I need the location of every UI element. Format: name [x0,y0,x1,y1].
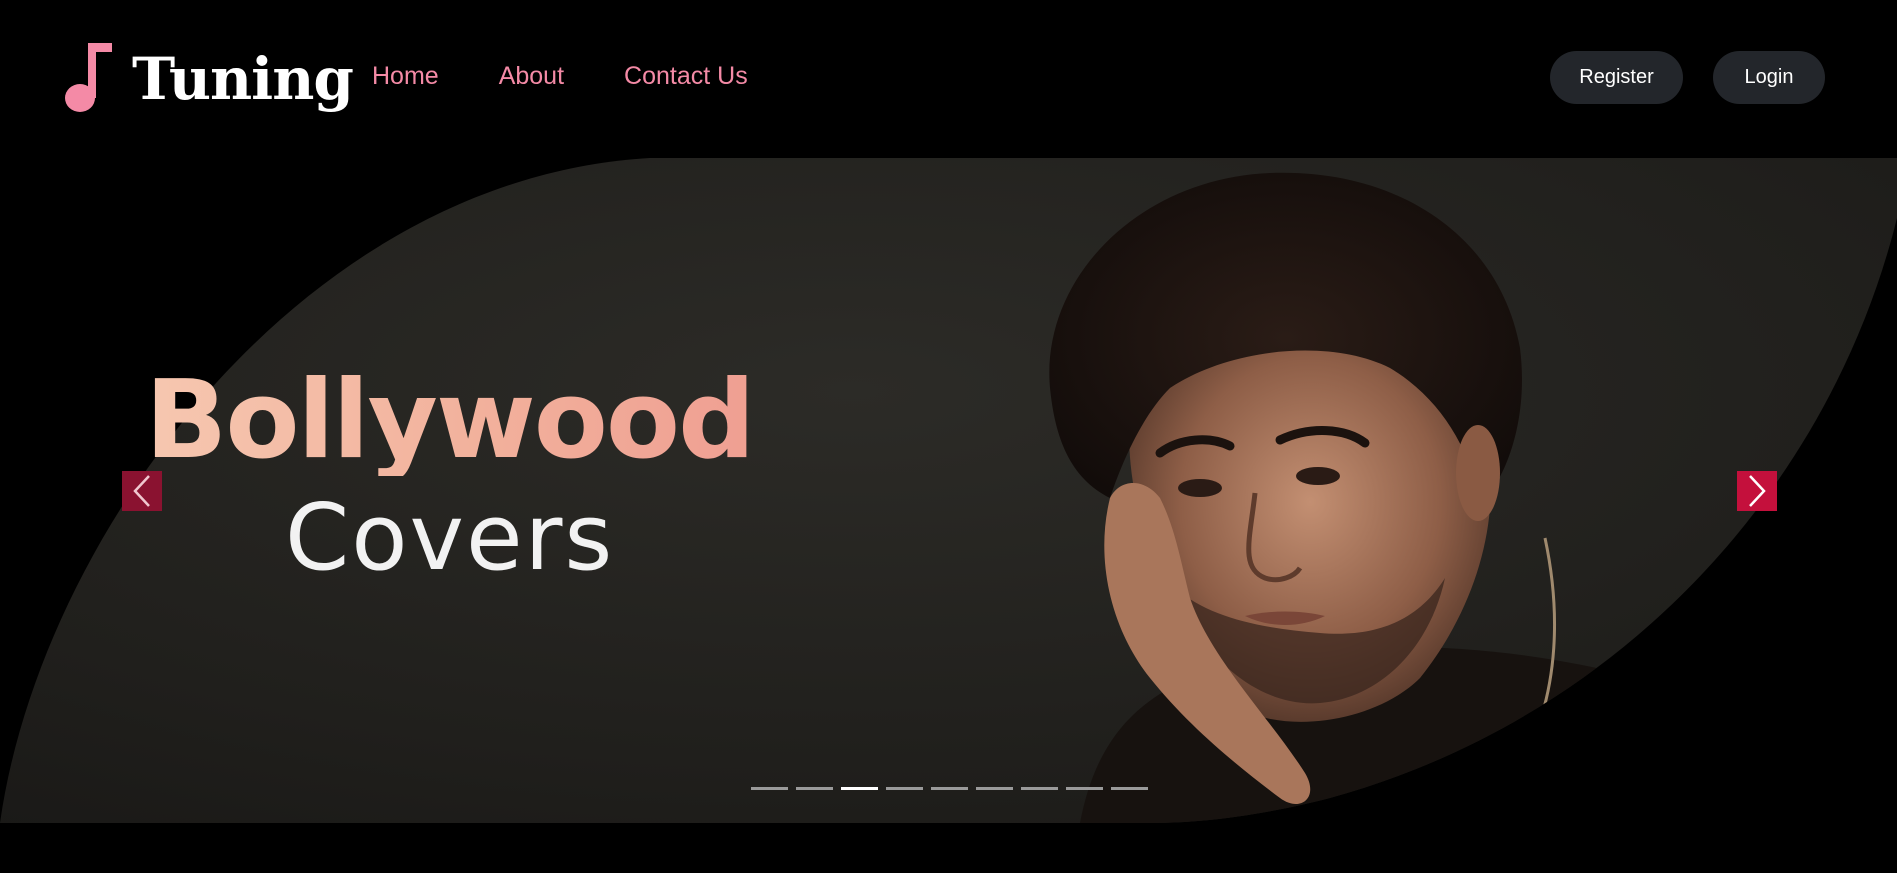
page: Tuning Home About Contact Us Register Lo… [0,0,1897,873]
nav-home-link[interactable]: Home [372,60,439,92]
site-header: Tuning Home About Contact Us Register Lo… [0,0,1897,158]
carousel-indicators [751,787,1148,790]
chevron-left-icon [133,475,150,507]
carousel-next-button[interactable] [1737,471,1777,511]
register-button[interactable]: Register [1550,51,1683,104]
carousel-indicator[interactable] [841,787,878,790]
main-nav: Home About Contact Us [372,60,748,92]
chevron-right-icon [1749,475,1766,507]
brand-name: Tuning [132,45,354,113]
carousel-indicator[interactable] [976,787,1013,790]
login-button[interactable]: Login [1713,51,1825,104]
carousel-indicator[interactable] [886,787,923,790]
hero-subtitle: Covers [285,484,615,591]
carousel-prev-button[interactable] [122,471,162,511]
nav-about-link[interactable]: About [499,60,564,92]
carousel-indicator[interactable] [796,787,833,790]
carousel-indicator[interactable] [751,787,788,790]
nav-contact-link[interactable]: Contact Us [624,60,748,92]
carousel-indicator[interactable] [1111,787,1148,790]
carousel-indicator[interactable] [1066,787,1103,790]
carousel-indicator[interactable] [931,787,968,790]
hero-title: Bollywood [145,358,755,483]
music-note-icon [65,43,112,112]
hero-carousel: Bollywood Covers [0,158,1897,823]
carousel-indicator[interactable] [1021,787,1058,790]
